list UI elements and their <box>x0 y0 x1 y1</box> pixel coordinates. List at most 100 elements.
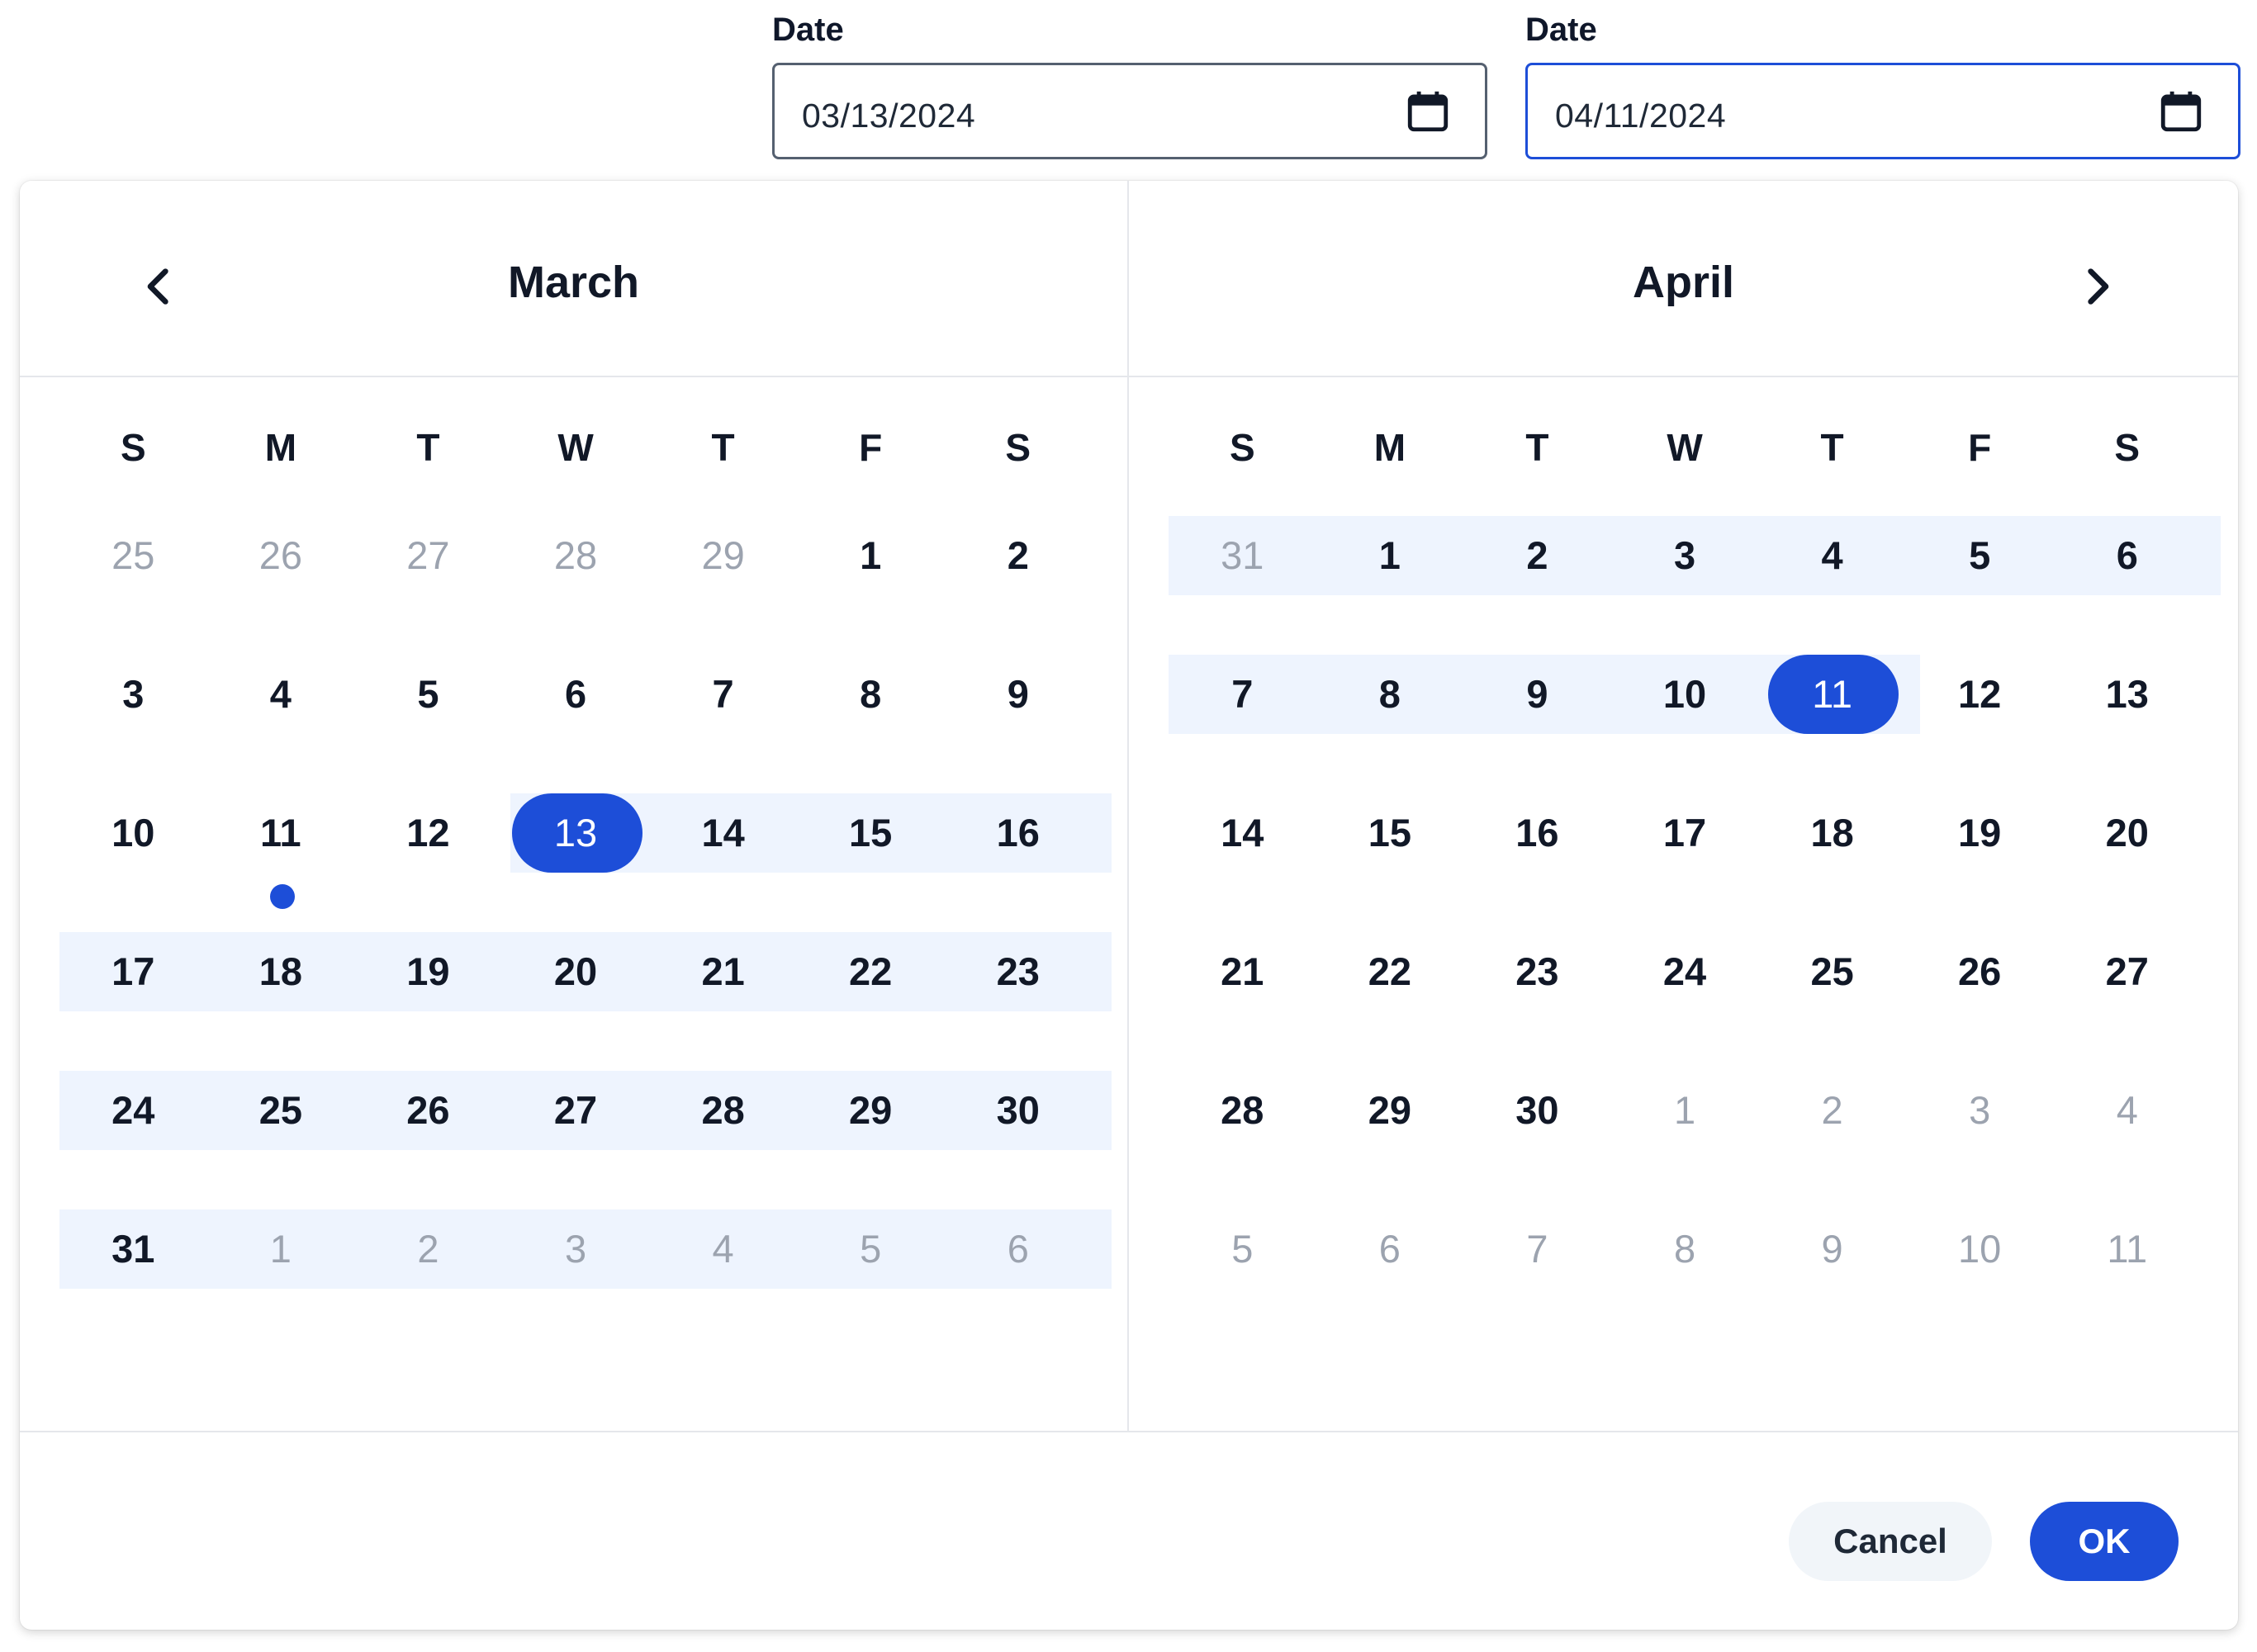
ok-button[interactable]: OK <box>2030 1502 2179 1581</box>
end-date-value[interactable]: 04/11/2024 <box>1555 97 1726 135</box>
cancel-button[interactable]: Cancel <box>1789 1502 1992 1581</box>
day-cell[interactable]: 23 <box>1463 932 1611 1071</box>
day-cell-outside[interactable]: 5 <box>1169 1209 1316 1348</box>
day-cell[interactable]: 6 <box>502 655 650 793</box>
day-cell[interactable]: 1 <box>1316 516 1464 655</box>
day-cell-outside[interactable]: 25 <box>59 516 207 655</box>
day-cell-outside[interactable]: 27 <box>354 516 502 655</box>
day-cell[interactable]: 9 <box>1463 655 1611 793</box>
day-cell[interactable]: 23 <box>944 932 1092 1071</box>
day-cell-outside[interactable]: 28 <box>502 516 650 655</box>
day-cell[interactable]: 28 <box>649 1071 797 1209</box>
day-cell[interactable]: 5 <box>1906 516 2054 655</box>
day-cell-outside[interactable]: 11 <box>2053 1209 2201 1348</box>
weeks-container: 31 1 2 3 4 5 6 7 8 9 10 11 12 13 14 15 16 17 18 19 20 21 22 23 2… <box>1169 516 2221 1348</box>
day-cell-outside[interactable]: 4 <box>2053 1071 2201 1209</box>
day-cell[interactable]: 28 <box>1169 1071 1316 1209</box>
day-cell[interactable]: 24 <box>59 1071 207 1209</box>
day-cell-outside[interactable]: 1 <box>1611 1071 1759 1209</box>
day-cell[interactable]: 2 <box>1463 516 1611 655</box>
day-cell[interactable]: 18 <box>1758 793 1906 932</box>
end-date-input[interactable]: 04/11/2024 <box>1525 63 2240 159</box>
chevron-right-icon[interactable] <box>2065 253 2131 320</box>
day-cell[interactable]: 3 <box>1611 516 1759 655</box>
day-cell-outside[interactable]: 29 <box>649 516 797 655</box>
day-cell[interactable]: 24 <box>1611 932 1759 1071</box>
day-cell[interactable]: 20 <box>2053 793 2201 932</box>
day-cell[interactable]: 9 <box>944 655 1092 793</box>
day-cell-selected[interactable]: 11 <box>1758 655 1906 793</box>
day-cell[interactable]: 20 <box>502 932 650 1071</box>
day-cell-outside[interactable]: 1 <box>207 1209 355 1348</box>
day-cell[interactable]: 30 <box>1463 1071 1611 1209</box>
day-cell[interactable]: 17 <box>1611 793 1759 932</box>
day-cell[interactable]: 27 <box>2053 932 2201 1071</box>
day-cell[interactable]: 8 <box>1316 655 1464 793</box>
day-cell-outside[interactable]: 4 <box>649 1209 797 1348</box>
day-cell[interactable]: 13 <box>2053 655 2201 793</box>
day-cell[interactable]: 3 <box>59 655 207 793</box>
day-cell[interactable]: 19 <box>1906 793 2054 932</box>
day-cell[interactable]: 5 <box>354 655 502 793</box>
day-cell-outside[interactable]: 5 <box>797 1209 945 1348</box>
day-cell-outside[interactable]: 8 <box>1611 1209 1759 1348</box>
day-cell-outside[interactable]: 9 <box>1758 1209 1906 1348</box>
day-cell-outside[interactable]: 2 <box>354 1209 502 1348</box>
day-cell-outside[interactable]: 10 <box>1906 1209 2054 1348</box>
day-cell-selected[interactable]: 13 <box>502 793 650 932</box>
day-cell[interactable]: 16 <box>944 793 1092 932</box>
start-date-value[interactable]: 03/13/2024 <box>802 97 975 135</box>
day-number: 6 <box>1007 1227 1029 1271</box>
day-cell[interactable]: 29 <box>797 1071 945 1209</box>
calendar-icon[interactable] <box>2157 87 2205 136</box>
day-cell[interactable]: 21 <box>1169 932 1316 1071</box>
day-number: 23 <box>1515 949 1559 993</box>
day-cell[interactable]: 4 <box>1758 516 1906 655</box>
day-cell[interactable]: 16 <box>1463 793 1611 932</box>
day-cell-outside[interactable]: 2 <box>1758 1071 1906 1209</box>
day-cell[interactable]: 7 <box>1169 655 1316 793</box>
day-cell-outside[interactable]: 31 <box>1169 516 1316 655</box>
day-cell[interactable]: 10 <box>59 793 207 932</box>
day-cell[interactable]: 31 <box>59 1209 207 1348</box>
day-cell[interactable]: 8 <box>797 655 945 793</box>
day-cell-outside[interactable]: 6 <box>1316 1209 1464 1348</box>
day-cell[interactable]: 11 <box>207 793 355 932</box>
day-cell[interactable]: 25 <box>207 1071 355 1209</box>
day-cell[interactable]: 17 <box>59 932 207 1071</box>
day-cell[interactable]: 6 <box>2053 516 2201 655</box>
day-cell[interactable]: 14 <box>1169 793 1316 932</box>
day-cell[interactable]: 22 <box>1316 932 1464 1071</box>
day-cell[interactable]: 1 <box>797 516 945 655</box>
calendar-icon[interactable] <box>1404 87 1452 136</box>
day-cell[interactable]: 26 <box>354 1071 502 1209</box>
day-number: 5 <box>1969 533 1991 577</box>
day-cell[interactable]: 30 <box>944 1071 1092 1209</box>
day-cell[interactable]: 10 <box>1611 655 1759 793</box>
month-panel-march: March S M T W T F S 25 26 27 28 29 1 2 3 4 5 6 7 8 9 1… <box>20 181 1129 1431</box>
day-cell-outside[interactable]: 6 <box>944 1209 1092 1348</box>
day-cell[interactable]: 21 <box>649 932 797 1071</box>
weekday-label: F <box>859 426 883 469</box>
start-date-input[interactable]: 03/13/2024 <box>772 63 1487 159</box>
day-cell[interactable]: 12 <box>354 793 502 932</box>
day-cell[interactable]: 4 <box>207 655 355 793</box>
day-cell[interactable]: 12 <box>1906 655 2054 793</box>
day-cell[interactable]: 15 <box>797 793 945 932</box>
day-cell[interactable]: 22 <box>797 932 945 1071</box>
day-cell[interactable]: 25 <box>1758 932 1906 1071</box>
day-cell-outside[interactable]: 7 <box>1463 1209 1611 1348</box>
day-cell[interactable]: 18 <box>207 932 355 1071</box>
day-cell[interactable]: 29 <box>1316 1071 1464 1209</box>
day-cell[interactable]: 14 <box>649 793 797 932</box>
day-cell[interactable]: 7 <box>649 655 797 793</box>
day-cell-outside[interactable]: 3 <box>1906 1071 2054 1209</box>
day-cell[interactable]: 26 <box>1906 932 2054 1071</box>
day-cell[interactable]: 15 <box>1316 793 1464 932</box>
day-cell[interactable]: 19 <box>354 932 502 1071</box>
day-cell-outside[interactable]: 3 <box>502 1209 650 1348</box>
day-cell-outside[interactable]: 26 <box>207 516 355 655</box>
day-cell[interactable]: 2 <box>944 516 1092 655</box>
day-number: 8 <box>1673 1227 1696 1271</box>
day-cell[interactable]: 27 <box>502 1071 650 1209</box>
